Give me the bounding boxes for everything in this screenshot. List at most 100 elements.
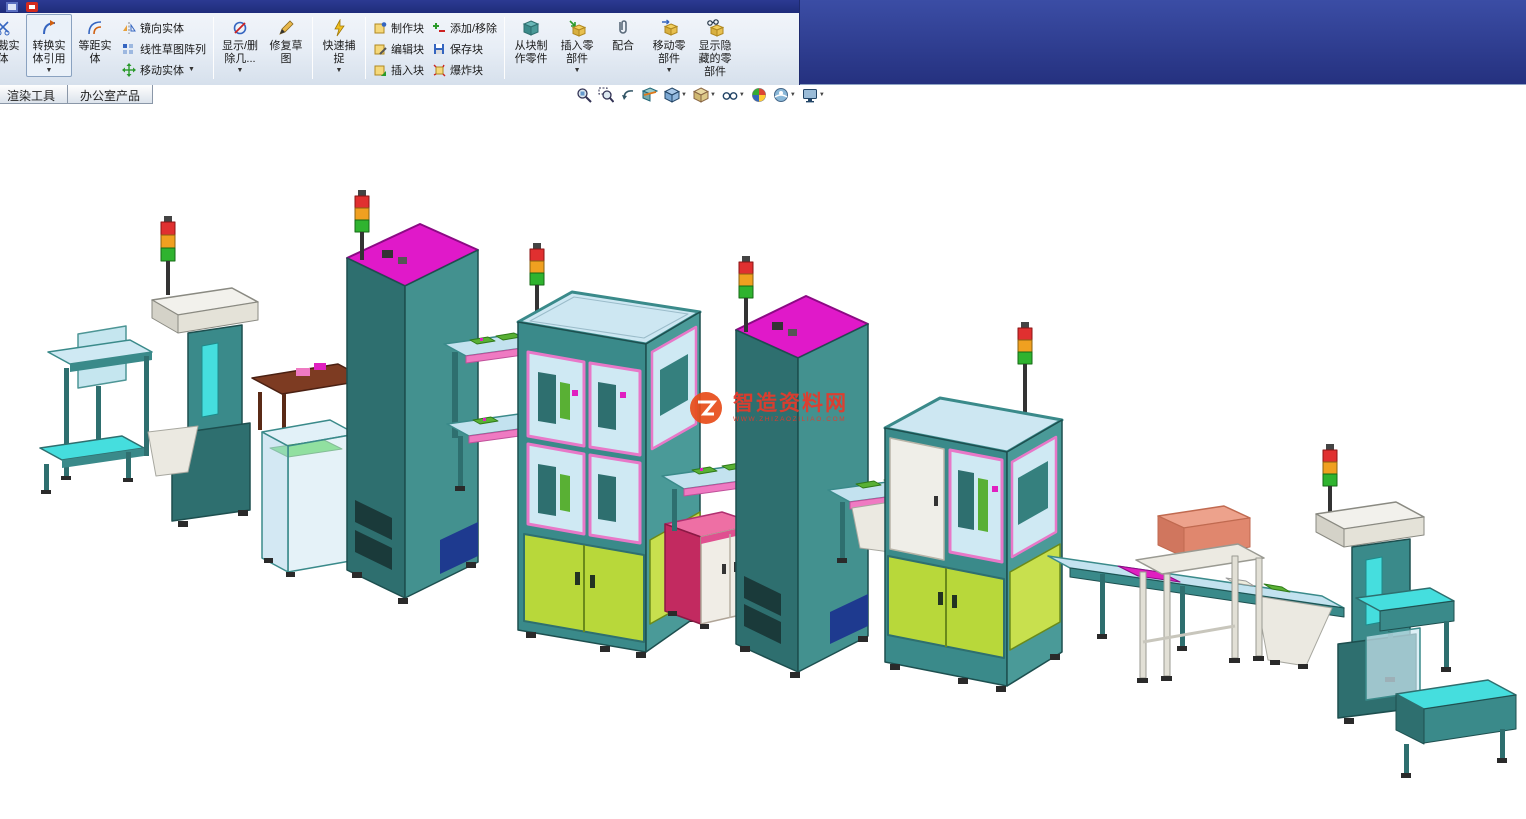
zoom-to-fit-icon (577, 88, 592, 103)
display-style-button[interactable]: ▼ (692, 87, 716, 103)
outfeed-conveyors-right[interactable] (1355, 587, 1517, 778)
command-manager-ribbon: 剪裁实体 转换实体引用 ▼ 等距实体 镜向实体 线性草图阵列 (0, 0, 800, 85)
glass-window (948, 448, 1004, 564)
zoom-to-area-button[interactable] (598, 87, 614, 103)
trim-entities-icon (0, 16, 12, 40)
dropdown-caret-icon: ▼ (818, 91, 825, 98)
machine-control-tower-1[interactable] (346, 190, 479, 604)
dropdown-caret-icon: ▼ (335, 66, 343, 74)
outfeed-conveyor[interactable] (1047, 555, 1345, 669)
offset-entities-icon (86, 16, 104, 40)
ribbon-separator (312, 17, 313, 79)
titlebar-strip (0, 0, 799, 13)
mirror-entities-icon (122, 21, 136, 35)
quick-snaps-icon (330, 16, 348, 40)
ribbon-button-mirror-entities[interactable]: 镜向实体 (118, 17, 210, 38)
signal-tower (1017, 322, 1033, 424)
ribbon-button-explode-block[interactable]: 爆炸块 (428, 59, 501, 80)
machine-infeed-conveyor[interactable] (39, 325, 153, 494)
display-delete-relations-icon (231, 16, 249, 40)
edit-appearance-icon (751, 88, 766, 102)
dropdown-caret-icon: ▼ (236, 66, 244, 74)
view-settings-button[interactable]: ▼ (802, 87, 825, 103)
app-header: 剪裁实体 转换实体引用 ▼ 等距实体 镜向实体 线性草图阵列 (0, 0, 1526, 85)
machine-press-left[interactable] (147, 216, 259, 527)
ribbon-button-move-entities[interactable]: 移动实体 ▼ (118, 59, 210, 80)
machine-glass-enclosure[interactable] (261, 419, 357, 577)
dropdown-caret-icon: ▼ (789, 91, 796, 98)
signal-tower (160, 216, 176, 295)
insert-block-icon (373, 63, 387, 77)
previous-view-icon (622, 90, 634, 100)
ribbon-button-trim-entities[interactable]: 剪裁实体 (0, 14, 26, 66)
ribbon-button-insert-components[interactable]: 插入零部件 ▼ (554, 14, 600, 76)
dropdown-caret-icon: ▼ (573, 66, 581, 74)
dropdown-caret-icon: ▼ (709, 91, 716, 98)
signal-tower (1322, 444, 1338, 516)
convert-entities-icon (40, 16, 58, 40)
show-hidden-components-icon (706, 16, 725, 40)
ribbon-separator (213, 17, 214, 79)
ribbon-separator (365, 17, 366, 79)
save-block-icon (432, 42, 446, 56)
tab-render-tools[interactable]: 渲染工具 (0, 85, 69, 104)
move-entities-icon (122, 62, 136, 77)
ribbon-button-move-component[interactable]: 移动零部件 ▼ (646, 14, 692, 76)
linear-pattern-icon (122, 42, 136, 56)
mate-paperclip-icon (614, 16, 632, 40)
ribbon-button-make-block[interactable]: 制作块 (369, 17, 428, 38)
ribbon-button-make-part-from-block[interactable]: 从块制作零件 (508, 14, 554, 66)
ribbon-group-sketch-tools: 镜向实体 线性草图阵列 移动实体 ▼ (118, 14, 210, 80)
ribbon-group-block-tools-a: 制作块 编辑块 插入块 (369, 14, 428, 80)
edit-block-icon (373, 42, 387, 56)
section-view-icon (642, 87, 658, 102)
ribbon-button-repair-sketch[interactable]: 修复草图 (263, 14, 309, 66)
view-settings-icon (802, 89, 817, 103)
assembly-3d-view[interactable] (0, 85, 1526, 819)
dropdown-caret-icon: ▼ (681, 91, 687, 98)
zoom-to-fit-button[interactable] (576, 87, 592, 103)
ribbon-separator (504, 17, 506, 79)
ribbon-button-edit-block[interactable]: 编辑块 (369, 38, 428, 59)
ribbon-button-display-delete-relations[interactable]: 显示/删除几... ▼ (217, 14, 263, 76)
ribbon-button-save-block[interactable]: 保存块 (428, 38, 501, 59)
machine-assembly-right[interactable] (883, 322, 1064, 692)
insert-components-icon (568, 16, 587, 40)
edit-appearance-button[interactable] (751, 87, 767, 103)
ribbon-button-convert-entities[interactable]: 转换实体引用 ▼ (26, 14, 72, 77)
make-part-from-block-icon (522, 16, 540, 40)
ribbon-button-insert-block[interactable]: 插入块 (369, 59, 428, 80)
section-view-button[interactable] (642, 87, 658, 103)
move-component-icon (660, 16, 679, 40)
app-menu-icon[interactable] (6, 1, 18, 12)
graphics-area[interactable]: 智造资料网 WWW.ZHIZAOZILIAO.COM (0, 85, 1526, 819)
ribbon-button-offset-entities[interactable]: 等距实体 (72, 14, 118, 66)
ribbon-group-block-tools-b: 添加/移除 保存块 爆炸块 (428, 14, 501, 80)
apply-scene-icon (773, 88, 788, 102)
command-manager-tabs: 渲染工具 办公室产品 (0, 85, 154, 105)
previous-view-button[interactable] (620, 87, 636, 103)
hide-show-items-icon (722, 92, 738, 100)
ribbon-button-quick-snaps[interactable]: 快速捕捉 ▼ (316, 14, 362, 76)
dropdown-caret-icon: ▼ (738, 91, 745, 98)
hide-show-items-button[interactable]: ▼ (722, 87, 745, 103)
repair-sketch-icon (277, 16, 295, 40)
machine-control-tower-2[interactable] (735, 256, 869, 678)
ribbon-button-show-hidden-components[interactable]: 显示隐藏的零部件 (692, 14, 738, 79)
ribbon-button-mate[interactable]: 配合 (600, 14, 646, 53)
view-orientation-button[interactable]: ▼ (664, 87, 687, 103)
make-block-icon (373, 21, 387, 35)
apply-scene-button[interactable]: ▼ (773, 87, 796, 103)
ribbon-button-add-remove[interactable]: 添加/移除 (428, 17, 501, 38)
signal-tower (529, 243, 545, 317)
dropdown-caret-icon: ▼ (665, 66, 673, 74)
document-red-icon[interactable] (26, 1, 38, 12)
display-style-icon (692, 87, 709, 103)
view-orientation-icon (664, 87, 680, 103)
tab-office-products[interactable]: 办公室产品 (67, 85, 154, 104)
heads-up-view-toolbar: ▼ ▼ ▼ ▼ ▼ (576, 87, 825, 103)
zoom-to-area-icon (598, 87, 614, 103)
ribbon-button-linear-sketch-pattern[interactable]: 线性草图阵列 (118, 38, 210, 59)
explode-block-icon (432, 63, 446, 77)
dropdown-caret-icon: ▼ (188, 65, 195, 73)
